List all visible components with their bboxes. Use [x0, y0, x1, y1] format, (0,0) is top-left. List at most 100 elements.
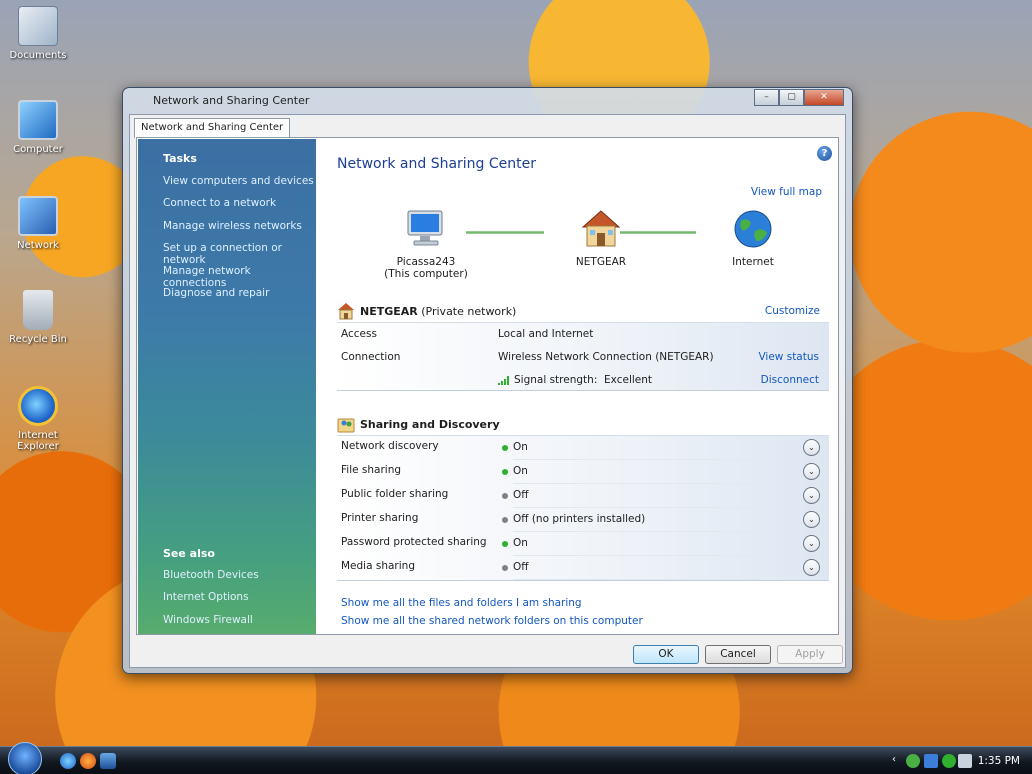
network-name: NETGEAR: [360, 305, 418, 318]
row-divider: [513, 579, 761, 580]
see-also-windows-firewall[interactable]: Windows Firewall: [163, 614, 253, 626]
globe-icon: [734, 210, 772, 248]
map-link-line: [620, 231, 696, 234]
customize-link[interactable]: Customize: [765, 305, 820, 317]
desktop-icon-documents[interactable]: Documents: [0, 6, 76, 61]
task-pane: Tasks View computers and devices Connect…: [138, 139, 316, 634]
sharing-row: Network discovery On ⌄: [337, 436, 829, 460]
computer-name: Picassa243: [396, 256, 456, 268]
connection-value: Wireless Network Connection (NETGEAR): [498, 351, 714, 363]
see-also-internet-options[interactable]: Internet Options: [163, 591, 249, 603]
see-also-heading: See also: [163, 547, 215, 560]
title-bar[interactable]: Network and Sharing Center – ▢ ✕: [123, 88, 852, 112]
apply-button[interactable]: Apply: [777, 645, 843, 664]
clock[interactable]: 1:35 PM: [978, 755, 1020, 767]
sharing-row: File sharing On ⌄: [337, 460, 829, 484]
window-title: Network and Sharing Center: [153, 94, 310, 107]
tray-volume-icon[interactable]: [958, 754, 972, 768]
tray-security-icon[interactable]: [942, 754, 956, 768]
tasks-heading: Tasks: [163, 152, 197, 165]
tray-user-icon[interactable]: [906, 754, 920, 768]
internet-explorer-icon: [18, 386, 58, 426]
task-setup-connection[interactable]: Set up a connection or network: [163, 242, 316, 266]
view-status-link[interactable]: View status: [758, 351, 819, 363]
sharing-row: Password protected sharing On ⌄: [337, 532, 829, 556]
main-pane: ? Network and Sharing Center View full m…: [316, 139, 838, 634]
minimize-button[interactable]: –: [754, 89, 779, 106]
map-node-internet[interactable]: Internet: [708, 209, 798, 268]
maximize-button[interactable]: ▢: [779, 89, 804, 106]
window-client-area: Network and Sharing Center Tasks View co…: [129, 114, 846, 668]
quick-launch-firefox-icon[interactable]: [80, 753, 96, 769]
sharing-row-label: Network discovery: [341, 440, 439, 452]
tray-network-icon[interactable]: [924, 754, 938, 768]
tab-network-sharing-center[interactable]: Network and Sharing Center: [134, 118, 291, 138]
expand-chevron-icon[interactable]: ⌄: [803, 535, 820, 552]
task-view-computers[interactable]: View computers and devices: [163, 175, 314, 187]
system-tray: ‹ 1:35 PM: [892, 747, 1032, 774]
network-header: NETGEAR (Private network) Customize: [337, 302, 820, 322]
expand-chevron-icon[interactable]: ⌄: [803, 463, 820, 480]
close-button[interactable]: ✕: [804, 89, 844, 106]
expand-chevron-icon[interactable]: ⌄: [803, 559, 820, 576]
start-button[interactable]: [8, 742, 42, 774]
taskbar: ‹ 1:35 PM: [0, 742, 1032, 774]
status-on-icon: [502, 541, 508, 547]
sharing-row: Printer sharing Off (no printers installe…: [337, 508, 829, 532]
desktop-icon-internet-explorer[interactable]: Internet Explorer: [0, 386, 76, 452]
sharing-header: Sharing and Discovery: [337, 415, 820, 435]
signal-label: Signal strength:: [514, 374, 598, 386]
map-node-router[interactable]: NETGEAR: [556, 209, 646, 268]
disconnect-link[interactable]: Disconnect: [761, 374, 819, 386]
desktop-icon-recycle-bin[interactable]: Recycle Bin: [0, 290, 76, 345]
router-name: NETGEAR: [575, 256, 627, 268]
sharing-heading: Sharing and Discovery: [360, 418, 500, 431]
expand-chevron-icon[interactable]: ⌄: [803, 511, 820, 528]
help-icon[interactable]: ?: [817, 146, 832, 161]
sharing-row-value: Off: [513, 561, 529, 573]
sharing-row: Public folder sharing Off ⌄: [337, 484, 829, 508]
task-connect-network[interactable]: Connect to a network: [163, 197, 276, 209]
desktop-icon-label: Internet Explorer: [17, 430, 59, 452]
task-manage-wireless[interactable]: Manage wireless networks: [163, 220, 302, 232]
quick-launch-desktop-icon[interactable]: [100, 753, 116, 769]
show-shared-folders-link[interactable]: Show me all the shared network folders o…: [341, 615, 643, 627]
sharing-row-value: On: [513, 441, 528, 453]
desktop-icon-label: Network: [17, 240, 59, 251]
signal-value: Excellent: [604, 374, 653, 386]
cancel-button[interactable]: Cancel: [705, 645, 771, 664]
expand-chevron-icon[interactable]: ⌄: [803, 487, 820, 504]
ok-button[interactable]: OK: [633, 645, 699, 664]
quick-launch-ie-icon[interactable]: [60, 753, 76, 769]
sharing-row-value: Off (no printers installed): [513, 513, 646, 525]
signal-strength: Signal strength: Excellent: [498, 374, 652, 386]
house-icon: [338, 303, 354, 320]
network-icon: [18, 196, 58, 236]
expand-chevron-icon[interactable]: ⌄: [803, 439, 820, 456]
desktop-icon-label: Documents: [9, 50, 67, 61]
show-shared-files-link[interactable]: Show me all the files and folders I am s…: [341, 597, 582, 609]
network-details: Access Local and Internet Connection Wir…: [337, 322, 829, 391]
access-label: Access: [341, 328, 377, 340]
task-manage-connections[interactable]: Manage network connections: [163, 265, 316, 289]
connection-label: Connection: [341, 351, 401, 363]
tray-expand-icon[interactable]: ‹: [892, 754, 906, 768]
see-also-bluetooth[interactable]: Bluetooth Devices: [163, 569, 259, 581]
sharing-row: Media sharing Off ⌄: [337, 556, 829, 580]
view-full-map-link[interactable]: View full map: [751, 186, 822, 198]
desktop-icon-network[interactable]: Network: [0, 196, 76, 251]
network-title: NETGEAR (Private network): [360, 305, 516, 318]
window-controls: – ▢ ✕: [754, 89, 844, 106]
sharing-table: Network discovery On ⌄ File sharing On ⌄ Publi…: [337, 435, 829, 581]
house-icon: [581, 210, 621, 247]
sharing-row-label: Media sharing: [341, 560, 415, 572]
sharing-row-value: Off: [513, 489, 529, 501]
sharing-row-value: On: [513, 537, 528, 549]
map-link-line: [466, 231, 544, 234]
computer-icon: [407, 210, 443, 246]
documents-icon: [18, 6, 58, 46]
map-node-computer[interactable]: Picassa243 (This computer): [381, 209, 471, 280]
task-diagnose-repair[interactable]: Diagnose and repair: [163, 287, 269, 299]
desktop-icon-computer[interactable]: Computer: [0, 100, 76, 155]
sharing-users-icon: [337, 418, 355, 433]
